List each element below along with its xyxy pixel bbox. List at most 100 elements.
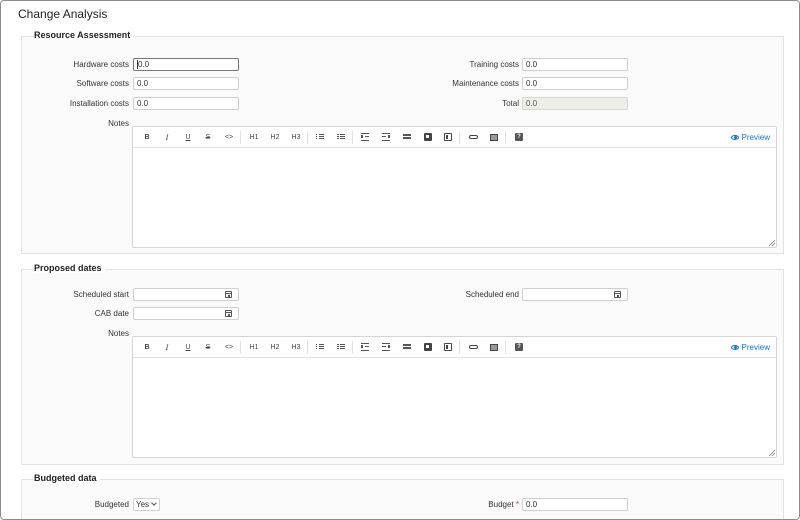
- hardware-costs-input[interactable]: 0.0: [133, 58, 239, 71]
- section-heading: Budgeted data: [34, 473, 100, 483]
- scheduled-end-label: Scheduled end: [465, 290, 519, 299]
- training-costs-label: Training costs: [469, 60, 520, 69]
- budget-label: Budget *: [399, 500, 519, 509]
- budgeted-select[interactable]: Yes: [133, 498, 160, 511]
- numbered-list-icon: [337, 134, 345, 141]
- bullet-list-button[interactable]: [314, 132, 326, 143]
- cab-date-label: CAB date: [94, 309, 129, 318]
- change-analysis-window: Change Analysis Resource Assessment Hard…: [0, 0, 800, 520]
- bold-button[interactable]: B: [141, 132, 153, 143]
- paragraph-button[interactable]: [422, 342, 434, 353]
- italic-button[interactable]: I: [161, 132, 173, 143]
- block-icon: [444, 133, 452, 142]
- underline-button[interactable]: U: [182, 132, 194, 143]
- hardware-costs-value: 0.0: [138, 60, 150, 69]
- image-icon: [490, 343, 498, 351]
- editor-toolbar: B I U S <> H1 H2 H3 Preview: [133, 337, 776, 358]
- bullet-list-icon: [316, 344, 324, 351]
- preview-label: Preview: [741, 343, 770, 352]
- resource-assessment-section: Resource Assessment Hardware costs 0.0 S…: [21, 30, 784, 254]
- preview-button[interactable]: Preview: [730, 342, 770, 353]
- image-button[interactable]: [488, 131, 506, 144]
- strikethrough-button[interactable]: S: [202, 342, 214, 353]
- strikethrough-button[interactable]: S: [202, 132, 214, 143]
- help-button[interactable]: [513, 132, 525, 143]
- budgeted-data-section: Budgeted data Budgeted Yes Budget * 0.0: [21, 473, 784, 519]
- help-icon: [515, 133, 523, 142]
- heading1-button[interactable]: H1: [248, 132, 260, 143]
- heading3-button[interactable]: H3: [290, 131, 308, 144]
- notes-label: Notes: [108, 329, 129, 338]
- numbered-list-icon: [337, 344, 345, 351]
- indent-button[interactable]: [359, 132, 371, 143]
- preview-button[interactable]: Preview: [730, 132, 770, 143]
- calendar-icon[interactable]: [225, 291, 232, 298]
- bullet-list-icon: [316, 134, 324, 141]
- paragraph-icon: [424, 343, 432, 352]
- resize-handle-icon[interactable]: [769, 450, 775, 456]
- block-button[interactable]: [442, 131, 460, 144]
- editor-toolbar: B I U S <> H1 H2 H3 Preview: [133, 127, 776, 148]
- scheduled-end-input[interactable]: [522, 288, 628, 301]
- help-button[interactable]: [513, 342, 525, 353]
- preview-label: Preview: [741, 133, 770, 142]
- required-marker: *: [515, 500, 519, 509]
- calendar-icon[interactable]: [614, 291, 621, 298]
- software-costs-label: Software costs: [76, 79, 129, 88]
- notes-editor: B I U S <> H1 H2 H3 Preview: [132, 126, 777, 248]
- scheduled-start-input[interactable]: [133, 288, 239, 301]
- software-costs-input[interactable]: 0.0: [133, 77, 239, 90]
- heading2-button[interactable]: H2: [269, 342, 281, 353]
- link-button[interactable]: [467, 132, 479, 143]
- budgeted-value: Yes: [136, 500, 150, 509]
- cab-date-input[interactable]: [133, 307, 239, 320]
- heading2-button[interactable]: H2: [269, 132, 281, 143]
- scheduled-start-label: Scheduled start: [73, 290, 129, 299]
- calendar-icon[interactable]: [225, 310, 232, 317]
- maintenance-costs-input[interactable]: 0.0: [522, 77, 628, 90]
- underline-button[interactable]: U: [182, 342, 194, 353]
- installation-costs-label: Installation costs: [69, 99, 129, 108]
- link-button[interactable]: [467, 342, 479, 353]
- checklist-button[interactable]: [401, 342, 413, 353]
- italic-button[interactable]: I: [161, 342, 173, 353]
- checklist-button[interactable]: [401, 132, 413, 143]
- numbered-list-button[interactable]: [335, 341, 353, 354]
- bullet-list-button[interactable]: [314, 342, 326, 353]
- checklist-icon: [403, 134, 411, 141]
- outdent-button[interactable]: [380, 132, 392, 143]
- maintenance-costs-label: Maintenance costs: [452, 79, 519, 88]
- block-icon: [444, 343, 452, 352]
- numbered-list-button[interactable]: [335, 131, 353, 144]
- resize-handle-icon[interactable]: [769, 240, 775, 246]
- bold-button[interactable]: B: [141, 342, 153, 353]
- help-icon: [515, 343, 523, 352]
- indent-button[interactable]: [359, 342, 371, 353]
- code-button[interactable]: <>: [223, 131, 241, 144]
- eye-icon: [730, 135, 739, 141]
- heading1-button[interactable]: H1: [248, 342, 260, 353]
- block-button[interactable]: [442, 341, 460, 354]
- chevron-down-icon: [151, 500, 157, 506]
- budget-label-text: Budget: [488, 500, 514, 509]
- installation-costs-input[interactable]: 0.0: [133, 97, 239, 110]
- link-icon: [468, 345, 478, 350]
- total-label: Total: [502, 99, 519, 108]
- budgeted-label: Budgeted: [94, 500, 129, 509]
- outdent-button[interactable]: [380, 342, 392, 353]
- image-button[interactable]: [488, 341, 506, 354]
- paragraph-button[interactable]: [422, 132, 434, 143]
- window-title: Change Analysis: [18, 7, 108, 21]
- training-costs-input[interactable]: 0.0: [522, 58, 628, 71]
- section-heading: Resource Assessment: [34, 30, 134, 40]
- budget-input[interactable]: 0.0: [522, 498, 628, 511]
- outdent-icon: [382, 133, 390, 142]
- paragraph-icon: [424, 133, 432, 142]
- code-button[interactable]: <>: [223, 341, 241, 354]
- checklist-icon: [403, 344, 411, 351]
- indent-icon: [361, 343, 369, 352]
- section-heading: Proposed dates: [34, 263, 105, 273]
- heading3-button[interactable]: H3: [290, 341, 308, 354]
- notes-editor: B I U S <> H1 H2 H3 Preview: [132, 336, 777, 458]
- total-value: 0.0: [522, 97, 628, 110]
